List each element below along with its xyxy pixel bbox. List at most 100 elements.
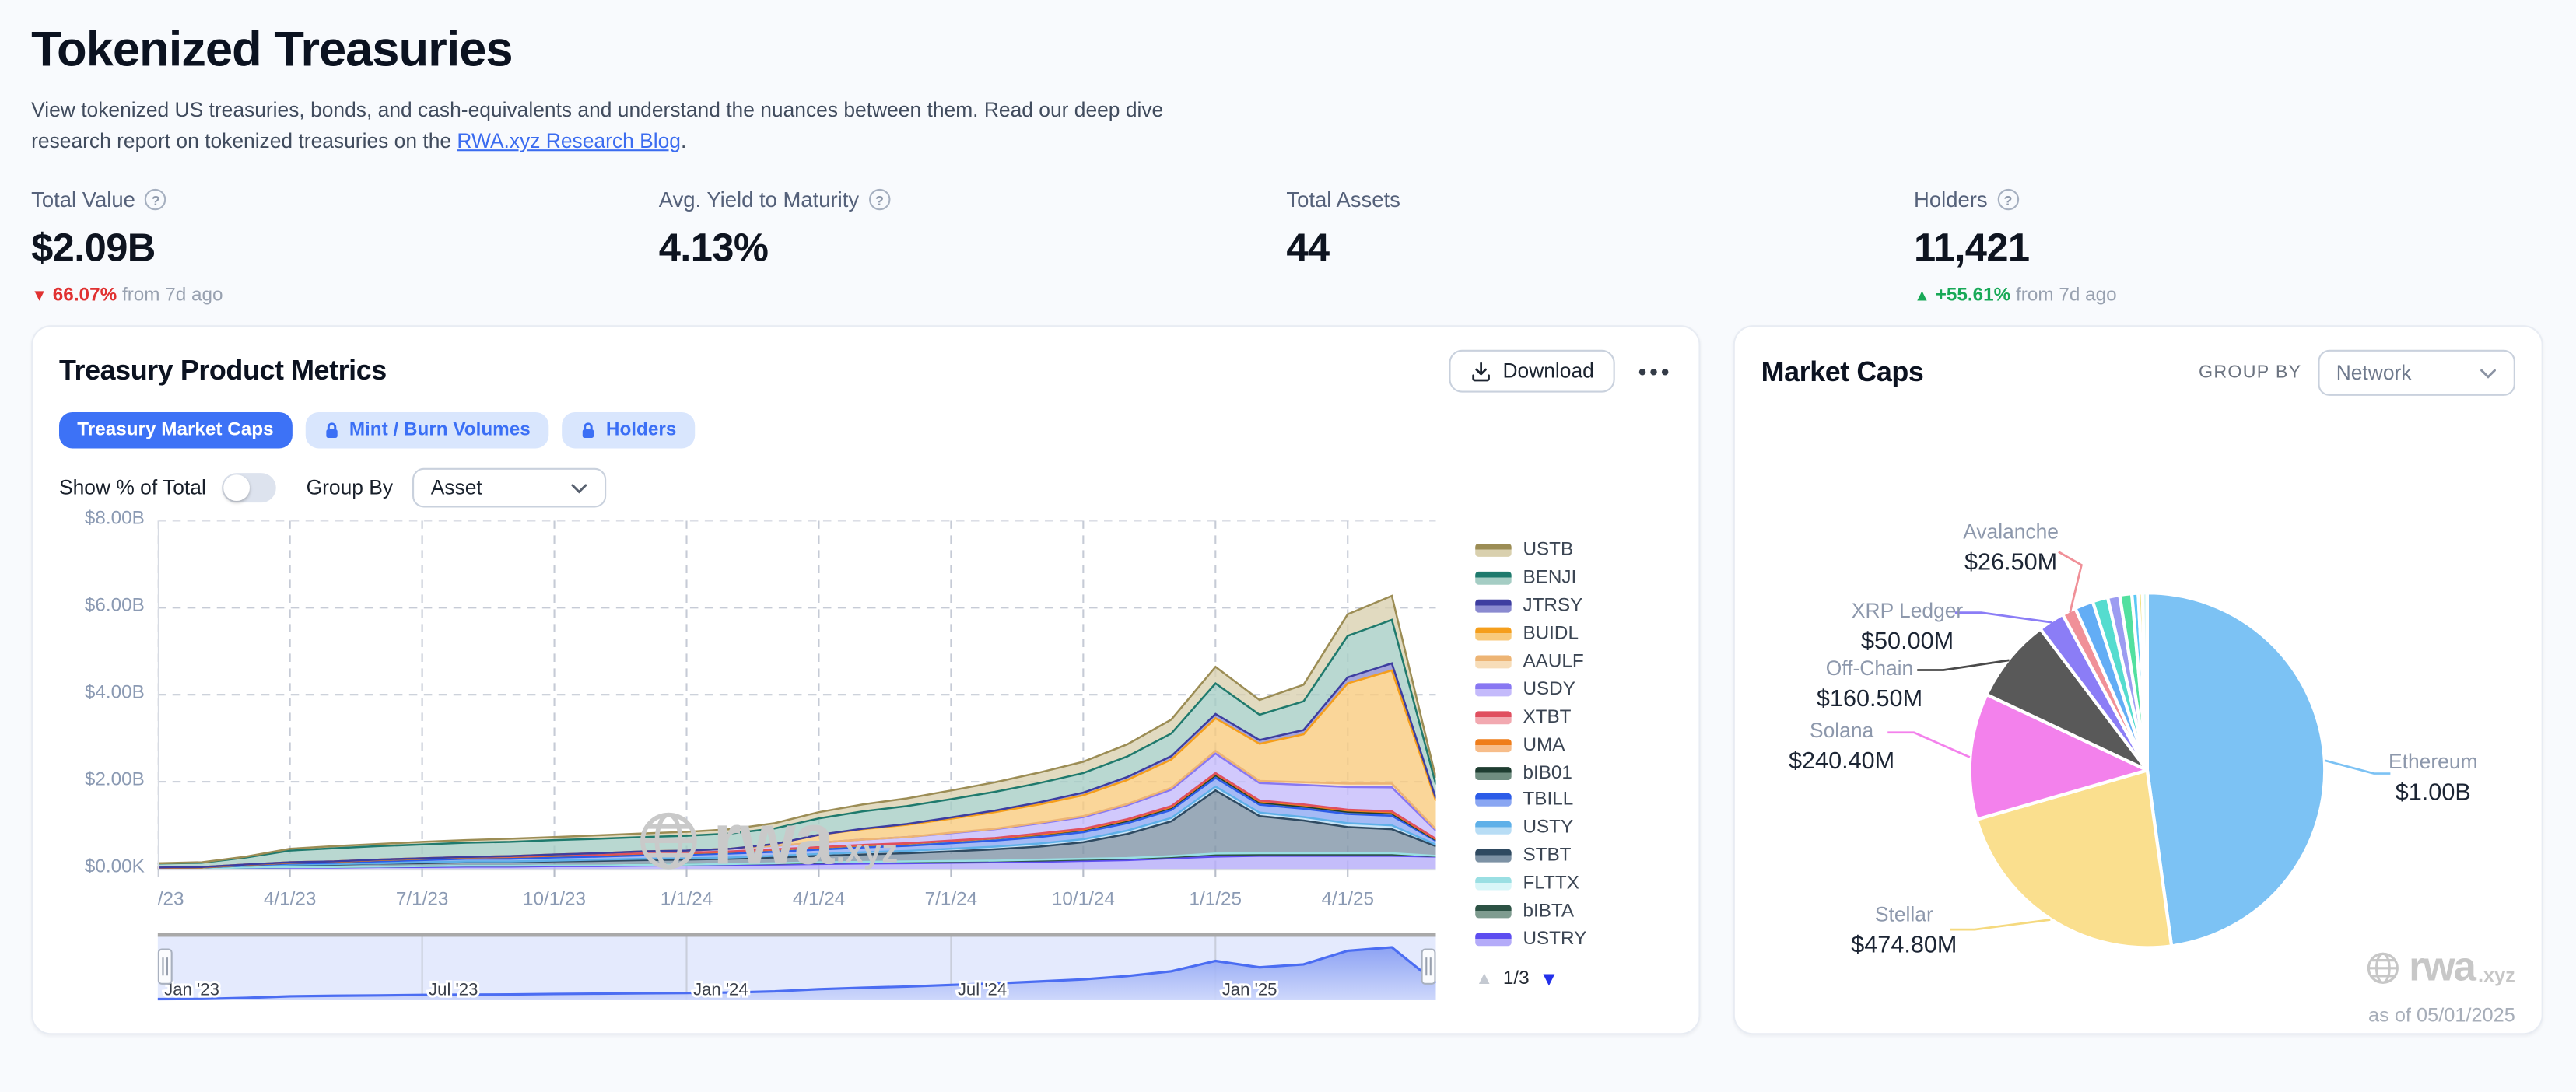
- research-blog-link[interactable]: RWA.xyz Research Blog: [457, 130, 681, 153]
- x-tick-label: 1/1/24: [661, 888, 713, 909]
- legend-label: BUIDL: [1523, 625, 1579, 644]
- legend-swatch: [1475, 933, 1511, 946]
- stat-delta: ▲ +55.61% from 7d ago: [1914, 285, 2542, 305]
- treasury-product-metrics-card: Treasury Product Metrics Download ••• Tr…: [31, 325, 1700, 1034]
- legend-swatch: [1475, 683, 1511, 696]
- download-icon: [1470, 360, 1491, 381]
- stats-row: Total Value? $2.09B ▼ 66.07% from 7d ago…: [0, 158, 2576, 306]
- legend-swatch: [1475, 600, 1511, 613]
- legend-item-JTRSY[interactable]: JTRSY: [1475, 593, 1669, 621]
- pie-label-ethereum: Ethereum$1.00B: [2388, 747, 2477, 808]
- legend-item-STBT[interactable]: STBT: [1475, 842, 1669, 870]
- down-arrow-icon: ▼: [31, 288, 47, 306]
- stat-value: 44: [1286, 226, 1914, 272]
- tab-mint-burn-volumes[interactable]: Mint / Burn Volumes: [305, 412, 548, 448]
- legend-item-BUIDL[interactable]: BUIDL: [1475, 620, 1669, 648]
- legend-swatch: [1475, 628, 1511, 641]
- legend-item-TBILL[interactable]: TBILL: [1475, 786, 1669, 814]
- stat-holders: Holders? 11,421 ▲ +55.61% from 7d ago: [1914, 187, 2542, 306]
- y-tick-label: $0.00K: [59, 857, 145, 877]
- legend-page-up-icon[interactable]: ▲: [1475, 969, 1493, 989]
- x-tick-label: 4/1/24: [793, 888, 845, 909]
- y-tick-label: $2.00B: [59, 770, 145, 789]
- download-button[interactable]: Download: [1449, 350, 1616, 393]
- legend-pagination: ▲ 1/3 ▼: [1475, 968, 1558, 991]
- stat-total-assets: Total Assets 44: [1286, 187, 1914, 306]
- stacked-area-chart[interactable]: 1/1/234/1/237/1/2310/1/231/1/244/1/247/1…: [158, 520, 1436, 915]
- legend-item-FLTTX[interactable]: FLTTX: [1475, 870, 1669, 898]
- market-caps-card: Market Caps GROUP BY Network Avalanche$2…: [1733, 325, 2543, 1034]
- x-tick-label: 4/1/25: [1322, 888, 1374, 909]
- legend-label: AAULF: [1523, 652, 1583, 671]
- x-tick-label: 10/1/23: [523, 888, 586, 909]
- legend-swatch: [1475, 544, 1511, 558]
- legend-swatch: [1475, 794, 1511, 807]
- lock-icon: [580, 422, 596, 439]
- legend-label: STBT: [1523, 846, 1571, 866]
- stat-label: Total Assets: [1286, 187, 1400, 212]
- legend-swatch: [1475, 905, 1511, 919]
- legend-label: bIB01: [1523, 763, 1572, 782]
- navigator-handle-left[interactable]: [159, 950, 172, 984]
- legend-label: JTRSY: [1523, 597, 1582, 616]
- legend-item-UMA[interactable]: UMA: [1475, 731, 1669, 759]
- stat-label: Holders: [1914, 187, 1988, 212]
- legend-item-bIBTA[interactable]: bIBTA: [1475, 898, 1669, 926]
- cards-row: Treasury Product Metrics Download ••• Tr…: [0, 306, 2576, 1035]
- legend-label: USTRY: [1523, 929, 1586, 949]
- show-pct-toggle[interactable]: [223, 473, 277, 502]
- tab-holders[interactable]: Holders: [562, 412, 695, 448]
- legend-page-down-icon[interactable]: ▼: [1539, 968, 1558, 991]
- treasury-card-title: Treasury Product Metrics: [59, 355, 387, 387]
- help-icon[interactable]: ?: [145, 189, 166, 210]
- x-tick-label: 10/1/24: [1052, 888, 1115, 909]
- navigator-label: Jan '25: [1222, 980, 1277, 999]
- legend-label: XTBT: [1523, 708, 1571, 727]
- y-tick-label: $4.00B: [59, 683, 145, 702]
- x-tick-label: 1/1/25: [1190, 888, 1242, 909]
- legend-label: USTY: [1523, 818, 1573, 838]
- legend-swatch: [1475, 849, 1511, 863]
- stat-avg-yield: Avg. Yield to Maturity? 4.13%: [659, 187, 1287, 306]
- x-tick-label: 7/1/23: [396, 888, 448, 909]
- group-by-select[interactable]: Asset: [412, 468, 606, 508]
- pie-label-off-chain: Off-Chain$160.50M: [1817, 653, 1922, 714]
- legend-label: bIBTA: [1523, 901, 1574, 921]
- navigator-handle-right[interactable]: [1422, 950, 1435, 984]
- legend-item-XTBT[interactable]: XTBT: [1475, 703, 1669, 731]
- legend-item-USTB[interactable]: USTB: [1475, 537, 1669, 565]
- legend-item-USTY[interactable]: USTY: [1475, 814, 1669, 842]
- legend-label: UMA: [1523, 735, 1565, 754]
- description-line2: research report on tokenized treasuries …: [31, 130, 457, 153]
- help-icon[interactable]: ?: [869, 189, 890, 210]
- help-icon[interactable]: ?: [1997, 189, 2018, 210]
- x-tick-label: 7/1/24: [925, 888, 977, 909]
- legend-label: USDY: [1523, 680, 1575, 699]
- show-pct-label: Show % of Total: [59, 476, 206, 499]
- legend-item-bIB01[interactable]: bIB01: [1475, 759, 1669, 787]
- more-menu-button[interactable]: •••: [1638, 358, 1673, 384]
- legend-swatch: [1475, 572, 1511, 586]
- up-arrow-icon: ▲: [1914, 288, 1930, 306]
- as-of-date: as of 05/01/2025: [2368, 1003, 2515, 1027]
- legend-label: TBILL: [1523, 791, 1573, 810]
- legend-item-AAULF[interactable]: AAULF: [1475, 648, 1669, 676]
- pie-label-avalanche: Avalanche$26.50M: [1963, 517, 2059, 578]
- treasury-chart-area: $8.00B$6.00B$4.00B$2.00B$0.00K 1/1/234/1…: [59, 520, 1673, 1013]
- legend-label: BENJI: [1523, 569, 1576, 588]
- pie-slice-Ethereum[interactable]: [2147, 593, 2325, 946]
- legend-item-USDY[interactable]: USDY: [1475, 676, 1669, 704]
- legend-item-USTRY[interactable]: USTRY: [1475, 926, 1669, 954]
- legend-page-indicator: 1/3: [1503, 969, 1530, 989]
- tab-treasury-market-caps[interactable]: Treasury Market Caps: [59, 412, 292, 448]
- stat-delta: ▼ 66.07% from 7d ago: [31, 285, 659, 305]
- legend-swatch: [1475, 711, 1511, 724]
- stat-total-value: Total Value? $2.09B ▼ 66.07% from 7d ago: [31, 187, 659, 306]
- pie-label-solana: Solana$240.40M: [1789, 716, 1894, 777]
- legend-item-BENJI[interactable]: BENJI: [1475, 565, 1669, 593]
- y-tick-label: $8.00B: [59, 509, 145, 529]
- chevron-down-icon: [570, 482, 588, 494]
- download-label: Download: [1502, 359, 1593, 383]
- chart-navigator[interactable]: Jan '23Jul '23Jan '24Jul '24Jan '25: [158, 931, 1436, 1006]
- legend-label: FLTTX: [1523, 874, 1579, 894]
